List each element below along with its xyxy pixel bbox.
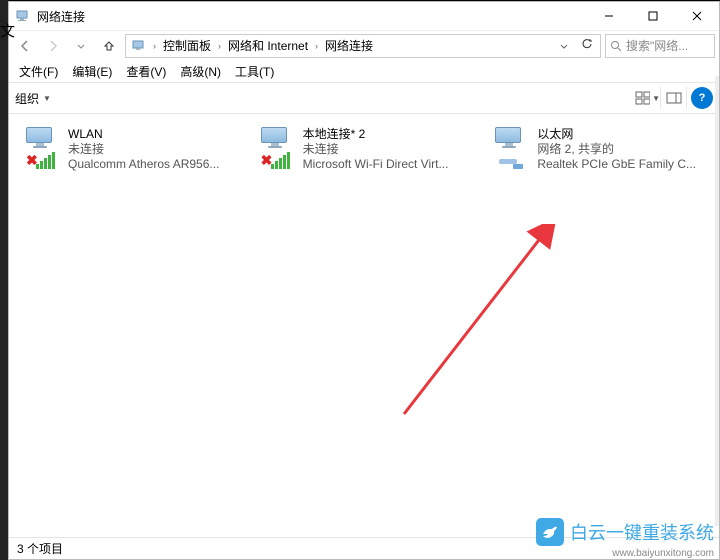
connection-device: Qualcomm Atheros AR956... — [68, 157, 239, 172]
up-button[interactable] — [97, 34, 121, 58]
titlebar: 网络连接 — [9, 2, 719, 30]
maximize-button[interactable] — [631, 2, 675, 30]
app-icon — [15, 8, 31, 24]
wifi-disabled-icon: ✖ — [255, 127, 297, 167]
right-edge — [715, 76, 719, 526]
connection-status: 网络 2, 共享的 — [537, 142, 708, 157]
menu-view[interactable]: 查看(V) — [120, 61, 172, 82]
wifi-disabled-icon: ✖ — [20, 127, 62, 167]
chevron-right-icon[interactable]: › — [312, 41, 321, 51]
partial-text: 文 — [0, 20, 15, 41]
search-input[interactable]: 搜索"网络... — [605, 34, 715, 58]
connection-name: 本地连接* 2 — [303, 127, 474, 142]
window-controls — [587, 2, 719, 30]
connection-item-wlan[interactable]: ✖ WLAN 未连接 Qualcomm Atheros AR956... — [17, 124, 242, 175]
background-edge — [0, 0, 8, 560]
toolbar: 组织 ▼ ▼ ? — [9, 82, 719, 114]
breadcrumb[interactable]: 网络连接 — [321, 37, 377, 54]
refresh-button[interactable] — [576, 37, 598, 54]
organize-label: 组织 — [15, 90, 39, 107]
help-button[interactable]: ? — [691, 87, 713, 109]
menu-edit[interactable]: 编辑(E) — [66, 61, 118, 82]
preview-pane-button[interactable] — [661, 87, 687, 109]
explorer-window: 网络连接 ›控制面板 ›网络和 Internet ›网络连接 搜索"网络... … — [8, 1, 720, 560]
connection-device: Realtek PCIe GbE Family C... — [537, 157, 708, 172]
chevron-right-icon[interactable]: › — [150, 41, 159, 51]
connection-name: 以太网 — [537, 127, 708, 142]
recent-dropdown[interactable] — [69, 34, 93, 58]
menu-advanced[interactable]: 高级(N) — [174, 61, 227, 82]
back-button[interactable] — [13, 34, 37, 58]
history-dropdown[interactable] — [552, 34, 576, 58]
minimize-button[interactable] — [587, 2, 631, 30]
item-count: 3 个项目 — [17, 540, 63, 557]
chevron-down-icon: ▼ — [43, 94, 51, 103]
ethernet-icon — [489, 127, 531, 167]
connection-name: WLAN — [68, 127, 239, 142]
statusbar: 3 个项目 — [9, 537, 719, 559]
breadcrumb[interactable]: 控制面板 — [159, 37, 215, 54]
view-mode-button[interactable]: ▼ — [635, 87, 661, 109]
connection-item-ethernet[interactable]: 以太网 网络 2, 共享的 Realtek PCIe GbE Family C.… — [486, 124, 711, 175]
connection-status: 未连接 — [68, 142, 239, 157]
forward-button[interactable] — [41, 34, 65, 58]
address-row: ›控制面板 ›网络和 Internet ›网络连接 搜索"网络... — [9, 30, 719, 60]
address-bar[interactable]: ›控制面板 ›网络和 Internet ›网络连接 — [125, 34, 601, 58]
search-placeholder: 搜索"网络... — [626, 37, 688, 54]
connection-device: Microsoft Wi-Fi Direct Virt... — [303, 157, 474, 172]
window-title: 网络连接 — [37, 8, 587, 25]
search-icon — [610, 40, 622, 52]
menubar: 文件(F) 编辑(E) 查看(V) 高级(N) 工具(T) — [9, 60, 719, 82]
close-button[interactable] — [675, 2, 719, 30]
location-icon — [131, 38, 147, 54]
chevron-right-icon[interactable]: › — [215, 41, 224, 51]
menu-tools[interactable]: 工具(T) — [229, 61, 280, 82]
connection-item-local[interactable]: ✖ 本地连接* 2 未连接 Microsoft Wi-Fi Direct Vir… — [252, 124, 477, 175]
menu-file[interactable]: 文件(F) — [13, 61, 64, 82]
breadcrumb[interactable]: 网络和 Internet — [224, 37, 312, 54]
organize-button[interactable]: 组织 ▼ — [15, 90, 51, 107]
annotation-arrow — [374, 224, 574, 424]
content-area[interactable]: ✖ WLAN 未连接 Qualcomm Atheros AR956... ✖ 本… — [9, 114, 719, 537]
connection-status: 未连接 — [303, 142, 474, 157]
